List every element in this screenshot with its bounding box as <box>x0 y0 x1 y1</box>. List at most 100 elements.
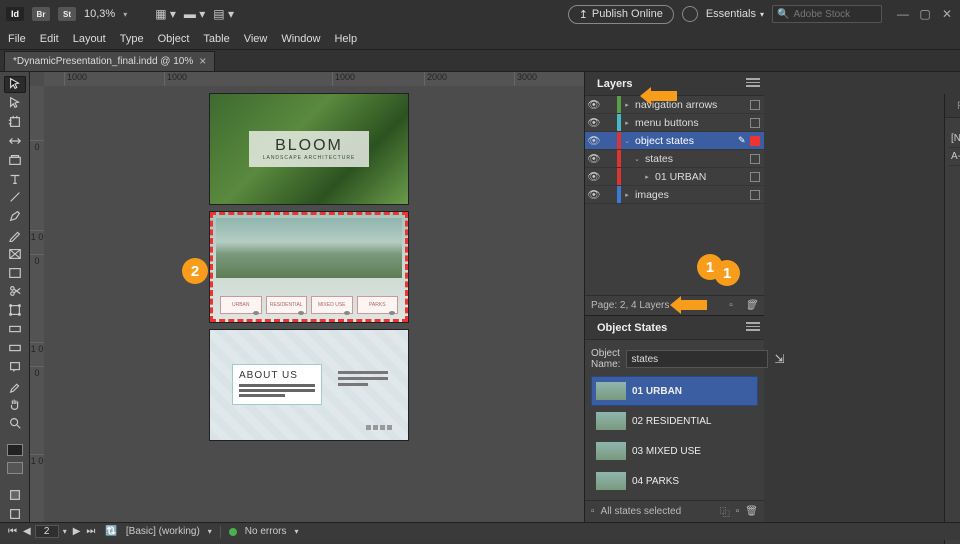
hand-tool[interactable] <box>4 396 26 413</box>
state-row[interactable]: 01 URBAN <box>591 376 758 406</box>
selection-square[interactable] <box>750 136 760 146</box>
disclosure-icon[interactable]: ▸ <box>621 101 633 109</box>
menu-edit[interactable]: Edit <box>40 33 59 45</box>
disclosure-icon[interactable]: ▸ <box>621 119 633 127</box>
preflight-preset[interactable]: [Basic] (working) <box>126 526 200 537</box>
first-page-icon[interactable]: ⏮ <box>6 526 19 537</box>
document-tab[interactable]: *DynamicPresentation_final.indd @ 10% × <box>4 51 215 71</box>
view-mode-normal[interactable] <box>4 486 26 503</box>
page-3[interactable]: ABOUT US <box>210 330 408 440</box>
note-tool[interactable] <box>4 358 26 375</box>
layer-row[interactable]: 👁 ▸ 01 URBAN <box>585 168 764 186</box>
view-mode-preview[interactable] <box>4 505 26 522</box>
selection-square[interactable] <box>750 172 760 182</box>
menu-file[interactable]: File <box>8 33 26 45</box>
page-1[interactable]: BLOOM LANDSCAPE ARCHITECTURE <box>210 94 408 204</box>
menu-view[interactable]: View <box>244 33 268 45</box>
close-button[interactable]: ✕ <box>940 7 954 21</box>
disclosure-icon[interactable]: ⌄ <box>631 155 643 163</box>
visibility-icon[interactable]: 👁 <box>585 170 603 183</box>
layer-row[interactable]: 👁 ▸ images <box>585 186 764 204</box>
chevron-down-icon[interactable]: ▾ <box>123 10 127 19</box>
free-transform-tool[interactable] <box>4 302 26 319</box>
menu-layout[interactable]: Layout <box>73 33 106 45</box>
menu-object[interactable]: Object <box>158 33 190 45</box>
workspace-selector[interactable]: Essentials ▾ <box>706 8 764 20</box>
publish-online-button[interactable]: ↥ Publish Online <box>568 5 674 24</box>
menu-type[interactable]: Type <box>120 33 144 45</box>
paste-into-icon[interactable]: ⿻ <box>720 504 730 519</box>
chevron-down-icon[interactable]: ▾ <box>61 527 69 536</box>
selection-square[interactable] <box>750 190 760 200</box>
minimize-button[interactable]: — <box>896 7 910 21</box>
master-a[interactable]: A-Master <box>949 148 960 166</box>
new-state-icon[interactable]: ▫ <box>736 506 740 517</box>
object-states-tab[interactable]: Object States <box>591 318 673 338</box>
state-row[interactable]: 03 MIXED USE <box>591 436 758 466</box>
selection-tool[interactable] <box>4 76 26 93</box>
object-states-header[interactable]: Object States <box>585 316 764 340</box>
screen-mode-icon[interactable]: ▬ ▾ <box>184 7 205 21</box>
state-row[interactable]: 02 RESIDENTIAL <box>591 406 758 436</box>
disclosure-icon[interactable]: ▸ <box>621 191 633 199</box>
visibility-icon[interactable]: 👁 <box>585 152 603 165</box>
gradient-swatch-tool[interactable] <box>4 321 26 338</box>
visibility-icon[interactable]: 👁 <box>585 188 603 201</box>
page-tool[interactable] <box>4 114 26 131</box>
disclosure-icon[interactable]: ▸ <box>641 173 653 181</box>
gap-tool[interactable] <box>4 133 26 150</box>
open-nav-icon[interactable]: 🔃 <box>105 526 117 537</box>
panel-menu-icon[interactable] <box>746 78 760 88</box>
layer-row[interactable]: 👁 ⌄ object states ✎ <box>585 132 764 150</box>
close-tab-icon[interactable]: × <box>199 54 206 68</box>
layer-row[interactable]: 👁 ▸ menu buttons <box>585 114 764 132</box>
properties-tab[interactable]: Properties <box>951 96 960 116</box>
rectangle-frame-tool[interactable] <box>4 245 26 262</box>
delete-state-icon[interactable]: 🗑 <box>745 506 758 517</box>
content-collector-tool[interactable] <box>4 151 26 168</box>
delete-layer-icon[interactable]: 🗑 <box>744 299 758 313</box>
state-row[interactable]: 04 PARKS <box>591 466 758 496</box>
rectangle-tool[interactable] <box>4 264 26 281</box>
arrange-icon[interactable]: ▦ ▾ <box>155 7 176 21</box>
eyedropper-tool[interactable] <box>4 377 26 394</box>
scissors-tool[interactable] <box>4 283 26 300</box>
document-canvas[interactable]: 1000 1000 1000 2000 3000 0 1 0 0 1 0 0 1… <box>30 72 584 522</box>
preview-spread-icon[interactable]: ▫ <box>591 506 595 517</box>
pencil-tool[interactable] <box>4 227 26 244</box>
fill-stroke-swatch[interactable] <box>4 441 26 458</box>
panel-menu-icon[interactable] <box>746 322 760 332</box>
chevron-down-icon[interactable]: ▾ <box>294 527 298 536</box>
page-2-selected[interactable]: URBAN RESIDENTIAL MIXED USE PARKS <box>210 212 408 322</box>
menu-window[interactable]: Window <box>281 33 320 45</box>
menu-table[interactable]: Table <box>203 33 229 45</box>
master-none[interactable]: [None] <box>949 130 960 148</box>
zoom-level[interactable]: 10,3% <box>84 8 115 20</box>
type-tool[interactable] <box>4 170 26 187</box>
layers-tab[interactable]: Layers <box>591 74 638 94</box>
bridge-button[interactable]: Br <box>32 7 50 21</box>
zoom-tool[interactable] <box>4 415 26 432</box>
layer-row[interactable]: 👁 ⌄ states <box>585 150 764 168</box>
visibility-icon[interactable]: 👁 <box>585 116 603 129</box>
help-bulb-icon[interactable] <box>682 6 698 22</box>
object-name-input[interactable] <box>626 350 768 368</box>
view-options-icon[interactable]: ▤ ▾ <box>213 7 234 21</box>
line-tool[interactable] <box>4 189 26 206</box>
visibility-icon[interactable]: 👁 <box>585 98 603 111</box>
selection-square[interactable] <box>750 100 760 110</box>
preflight-errors[interactable]: No errors <box>245 526 287 537</box>
menu-help[interactable]: Help <box>334 33 357 45</box>
direct-selection-tool[interactable] <box>4 95 26 112</box>
convert-icon[interactable]: ⇲ <box>774 352 784 366</box>
visibility-icon[interactable]: 👁 <box>585 134 603 147</box>
last-page-icon[interactable]: ⏭ <box>84 526 97 537</box>
pen-tool[interactable] <box>4 208 26 225</box>
disclosure-icon[interactable]: ⌄ <box>621 137 633 145</box>
stock-search-input[interactable]: 🔍 Adobe Stock <box>772 5 882 23</box>
page-number-input[interactable]: 2 <box>35 525 59 538</box>
next-page-icon[interactable]: ▶ <box>71 526 83 537</box>
maximize-button[interactable]: ▢ <box>918 7 932 21</box>
prev-page-icon[interactable]: ◀ <box>21 526 33 537</box>
new-layer-icon[interactable]: ▫ <box>724 299 738 313</box>
